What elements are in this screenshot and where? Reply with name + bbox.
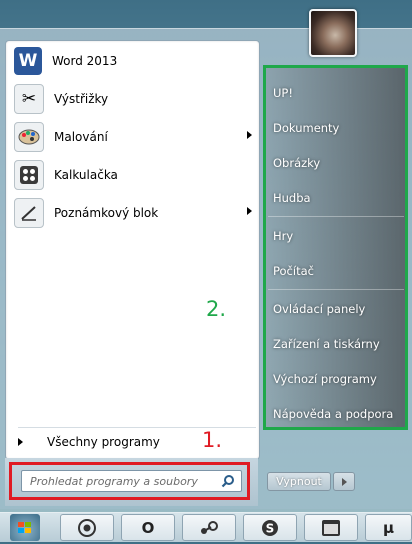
right-link-games[interactable]: Hry	[273, 226, 293, 246]
taskbar-chrome[interactable]	[60, 514, 114, 541]
right-link-pictures[interactable]: Obrázky	[273, 153, 320, 173]
right-link-up[interactable]: UP!	[273, 83, 293, 103]
notepad-icon	[14, 198, 44, 228]
chevron-right-icon	[342, 478, 347, 486]
app-label: Kalkulačka	[54, 168, 118, 182]
pinned-app-word[interactable]: W Word 2013	[12, 44, 252, 78]
pinned-app-paint[interactable]: Malování	[12, 120, 252, 154]
right-link-computer[interactable]: Počítač	[273, 261, 314, 281]
opera-icon: O	[141, 518, 155, 537]
pinned-app-calculator[interactable]: Kalkulačka	[12, 158, 252, 192]
taskbar-steam[interactable]	[182, 514, 236, 541]
paint-palette-icon	[14, 122, 44, 152]
app-label: Poznámkový blok	[54, 206, 159, 220]
start-menu-left-pane: W Word 2013 ✂ Výstřižky Malování Kalkula…	[5, 40, 260, 460]
app-label: Word 2013	[52, 54, 118, 68]
scissors-icon: ✂	[14, 84, 44, 114]
svg-text:S: S	[266, 521, 275, 535]
pinned-app-notepad[interactable]: Poznámkový blok	[12, 196, 252, 230]
window-icon	[322, 519, 340, 536]
submenu-arrow-icon[interactable]	[247, 131, 252, 139]
calculator-icon	[14, 160, 44, 190]
search-icon[interactable]	[221, 474, 235, 488]
annotation-label-2: 2.	[206, 297, 227, 321]
right-link-help-support[interactable]: Nápověda a podpora	[273, 404, 393, 424]
utorrent-icon: µ	[382, 518, 395, 537]
submenu-arrow-icon[interactable]	[247, 207, 252, 215]
right-link-default-programs[interactable]: Výchozí programy	[273, 369, 377, 389]
right-link-control-panel[interactable]: Ovládací panely	[273, 299, 365, 319]
right-link-devices-printers[interactable]: Zařízení a tiskárny	[273, 334, 380, 354]
word-icon: W	[14, 47, 42, 75]
shutdown-options-button[interactable]	[333, 472, 355, 491]
start-orb-icon[interactable]	[10, 514, 40, 541]
right-link-documents[interactable]: Dokumenty	[273, 118, 339, 138]
right-link-music[interactable]: Hudba	[273, 188, 311, 208]
taskbar-utorrent[interactable]: µ	[365, 514, 412, 541]
pinned-app-snipping-tool[interactable]: ✂ Výstřižky	[12, 82, 252, 116]
app-label: Výstřižky	[54, 92, 109, 106]
chrome-icon	[78, 518, 96, 537]
steam-icon	[201, 520, 218, 534]
separator	[268, 216, 404, 217]
taskbar-skype[interactable]: S	[243, 514, 297, 541]
shutdown-button[interactable]: Vypnout	[267, 472, 331, 491]
chevron-right-icon	[18, 438, 23, 446]
annotation-label-1: 1.	[202, 428, 223, 452]
separator	[268, 289, 404, 290]
all-programs-label: Všechny programy	[47, 435, 160, 449]
taskbar-window[interactable]	[304, 514, 358, 541]
search-box[interactable]	[21, 470, 242, 492]
skype-icon: S	[262, 519, 278, 536]
app-label: Malování	[54, 130, 108, 144]
user-avatar[interactable]	[309, 9, 357, 57]
taskbar-opera[interactable]: O	[121, 514, 175, 541]
search-input[interactable]	[28, 473, 212, 489]
